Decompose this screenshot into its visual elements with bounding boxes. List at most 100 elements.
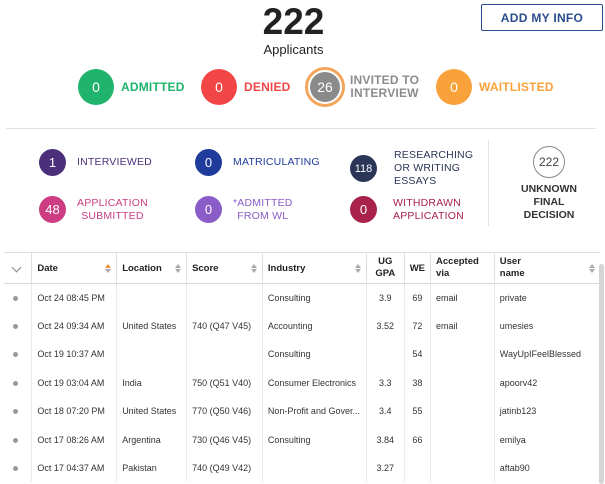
cell-we: 66 bbox=[403, 425, 431, 454]
denied-count: 0 bbox=[201, 69, 237, 105]
cell-industry: Consulting bbox=[261, 283, 367, 312]
withdrawn-count: 0 bbox=[350, 196, 377, 223]
column-accepted-via[interactable]: Accepted via bbox=[430, 252, 495, 284]
researching-count: 118 bbox=[350, 155, 377, 182]
applicant-count-label: Applicants bbox=[263, 42, 324, 57]
stat-waitlisted[interactable]: 0 WAITLISTED bbox=[436, 69, 554, 105]
cell-industry: Non-Profit and Gover... bbox=[261, 397, 367, 426]
cell-location bbox=[116, 340, 187, 369]
cell-ug-gpa: 3.9 bbox=[365, 283, 405, 312]
row-expand-dot[interactable] bbox=[4, 397, 32, 426]
sort-icon bbox=[354, 264, 361, 273]
stat-matriculating[interactable]: 0 MATRICULATING bbox=[195, 149, 320, 176]
cell-score: 740 (Q49 V42) bbox=[186, 453, 263, 483]
cell-accepted-via: email bbox=[430, 283, 495, 312]
table-row[interactable]: Oct 19 03:04 AM India 750 (Q51 V40) Consume… bbox=[4, 368, 600, 398]
admitted-count: 0 bbox=[78, 69, 114, 105]
table-row[interactable]: Oct 18 07:20 PM United States 770 (Q50 V46… bbox=[4, 397, 600, 426]
bullet-icon bbox=[13, 466, 18, 472]
stat-interviewed[interactable]: 1 INTERVIEWED bbox=[39, 149, 152, 176]
cell-industry: Accounting bbox=[261, 311, 367, 341]
bullet-icon bbox=[13, 352, 18, 358]
column-date[interactable]: Date bbox=[31, 252, 117, 284]
withdrawn-label: WITHDRAWN APPLICATION bbox=[393, 196, 464, 222]
cell-ug-gpa: 3.27 bbox=[365, 453, 405, 483]
cell-location: India bbox=[116, 368, 187, 398]
interviewed-count: 1 bbox=[39, 149, 66, 176]
cell-date: Oct 24 08:45 PM bbox=[31, 283, 117, 312]
column-we[interactable]: WE bbox=[403, 252, 431, 284]
researching-label: RESEARCHING OR WRITING ESSAYS bbox=[394, 149, 474, 187]
sort-icon bbox=[250, 264, 257, 273]
table-row[interactable]: Oct 17 04:37 AM Pakistan 740 (Q49 V42) 3.27… bbox=[4, 453, 600, 483]
row-expand-dot[interactable] bbox=[4, 283, 32, 312]
cell-industry: Consulting bbox=[261, 425, 367, 454]
cell-score bbox=[186, 283, 263, 312]
table-row[interactable]: Oct 24 09:34 AM United States 740 (Q47 V45… bbox=[4, 311, 600, 341]
stat-invited-to-interview[interactable]: 26 INVITED TO INTERVIEW bbox=[305, 67, 419, 107]
cell-industry: Consulting bbox=[261, 340, 367, 369]
row-expand-dot[interactable] bbox=[4, 453, 32, 483]
cell-accepted-via: email bbox=[430, 311, 495, 341]
table-row[interactable]: Oct 19 10:37 AM Consulting 54 WayUpIFeelBle… bbox=[4, 340, 600, 369]
cell-date: Oct 17 08:26 AM bbox=[31, 425, 117, 454]
sort-icon bbox=[175, 264, 182, 273]
admitted-label: ADMITTED bbox=[121, 79, 185, 94]
column-ug-gpa[interactable]: UG GPA bbox=[365, 252, 405, 284]
cell-user-name: emilya bbox=[493, 425, 600, 454]
invited-selected-ring: 26 bbox=[305, 67, 345, 107]
expand-all-toggle[interactable] bbox=[4, 252, 32, 284]
row-expand-dot[interactable] bbox=[4, 425, 32, 453]
interviewed-label: INTERVIEWED bbox=[77, 156, 152, 168]
stat-withdrawn[interactable]: 0 WITHDRAWN APPLICATION bbox=[350, 196, 464, 223]
applicants-table: Date Location Score Industry UG GPA WE Ac… bbox=[4, 252, 600, 483]
cell-location: Argentina bbox=[116, 425, 187, 454]
admitted-wl-count: 0 bbox=[195, 196, 222, 223]
cell-ug-gpa: 3.4 bbox=[365, 397, 405, 426]
section-divider bbox=[6, 128, 596, 129]
stat-admitted[interactable]: 0 ADMITTED bbox=[78, 69, 185, 105]
table-row[interactable]: Oct 24 08:45 PM Consulting 3.9 69 email priva… bbox=[4, 283, 600, 312]
cell-accepted-via bbox=[430, 453, 495, 483]
cell-ug-gpa: 3.52 bbox=[365, 311, 405, 341]
column-score[interactable]: Score bbox=[186, 252, 263, 284]
bullet-icon bbox=[13, 295, 18, 301]
invited-label: INVITED TO INTERVIEW bbox=[350, 73, 420, 100]
cell-score: 740 (Q47 V45) bbox=[186, 311, 263, 341]
applicant-count: 222 bbox=[262, 1, 325, 42]
column-industry[interactable]: Industry bbox=[261, 252, 367, 284]
cell-industry bbox=[261, 453, 367, 483]
sort-icon bbox=[589, 264, 595, 273]
cell-user-name: jatinb123 bbox=[493, 397, 600, 426]
cell-accepted-via bbox=[430, 425, 495, 454]
denied-label: DENIED bbox=[244, 79, 291, 94]
cell-accepted-via bbox=[430, 397, 495, 426]
stat-admitted-from-wl[interactable]: 0 *ADMITTED FROM WL bbox=[195, 196, 293, 223]
cell-industry: Consumer Electronics bbox=[261, 368, 367, 398]
row-expand-dot[interactable] bbox=[4, 340, 32, 369]
cell-ug-gpa: 3.84 bbox=[365, 425, 405, 454]
cell-we: 72 bbox=[403, 311, 431, 341]
column-user-name[interactable]: User name bbox=[493, 252, 600, 284]
bullet-icon bbox=[13, 409, 18, 415]
cell-user-name: apoorv42 bbox=[493, 368, 600, 398]
table-row[interactable]: Oct 17 08:26 AM Argentina 730 (Q46 V45) Con… bbox=[4, 425, 600, 454]
cell-score: 770 (Q50 V46) bbox=[186, 397, 263, 426]
unknown-label: UNKNOWN FINAL DECISION bbox=[521, 183, 577, 221]
table-scrollbar[interactable] bbox=[599, 264, 604, 484]
column-location[interactable]: Location bbox=[116, 252, 187, 284]
row-expand-dot[interactable] bbox=[4, 312, 32, 340]
stat-application-submitted[interactable]: 48 APPLICATION SUBMITTED bbox=[39, 196, 148, 223]
invited-count: 26 bbox=[310, 72, 340, 102]
cell-score bbox=[186, 340, 263, 369]
cell-date: Oct 17 04:37 AM bbox=[31, 453, 117, 483]
cell-location: United States bbox=[116, 397, 187, 426]
unknown-count: 222 bbox=[533, 146, 565, 178]
stat-denied[interactable]: 0 DENIED bbox=[201, 69, 291, 105]
stat-unknown-final-decision[interactable]: 222 UNKNOWN FINAL DECISION bbox=[510, 146, 588, 222]
cell-accepted-via bbox=[430, 368, 495, 398]
stat-researching[interactable]: 118 RESEARCHING OR WRITING ESSAYS bbox=[350, 149, 473, 188]
row-expand-dot[interactable] bbox=[4, 369, 32, 397]
cell-date: Oct 24 09:34 AM bbox=[31, 311, 117, 341]
bullet-icon bbox=[13, 437, 18, 443]
